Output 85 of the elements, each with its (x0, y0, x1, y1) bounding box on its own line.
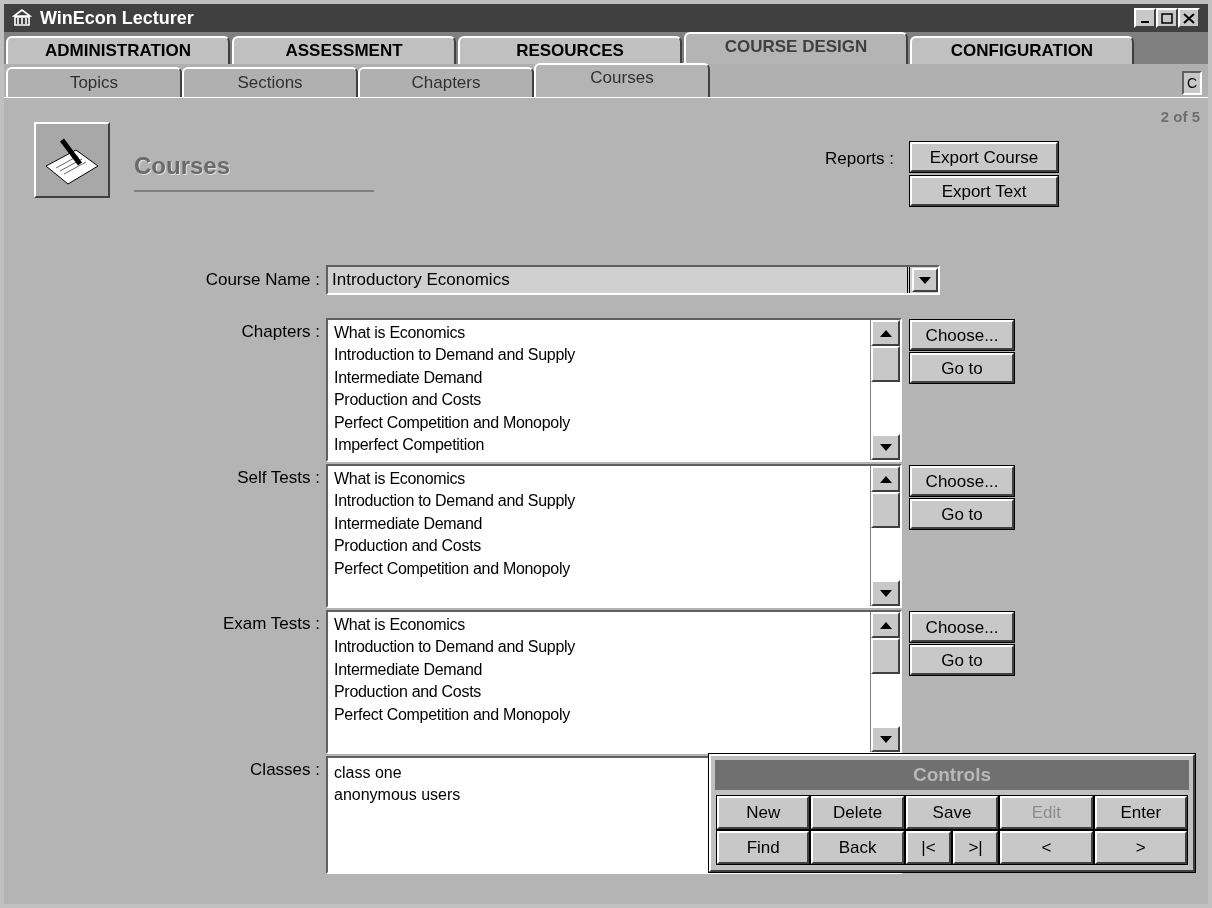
list-item[interactable]: Perfect Competition and Monopoly (334, 557, 864, 581)
list-item[interactable]: Production and Costs (334, 389, 864, 412)
down-arrow-icon (879, 735, 892, 743)
scrollbar[interactable] (870, 320, 900, 460)
field-label: Chapters : (240, 321, 321, 343)
export-button[interactable]: Export Text (910, 176, 1058, 206)
sub-tab[interactable]: Topics (6, 67, 182, 97)
reports-label: Reports : (825, 148, 894, 170)
scroll-down-button[interactable] (871, 726, 900, 752)
scrollbar[interactable] (870, 612, 900, 752)
control-button[interactable]: Back (811, 831, 904, 864)
window-title: WinEcon Lecturer (40, 6, 194, 30)
main-tab[interactable]: ADMINISTRATION (6, 36, 230, 64)
control-button[interactable]: Delete (811, 796, 904, 829)
list-item[interactable]: Introduction to Demand and Supply (334, 490, 864, 513)
record-position: 2 of 5 (1160, 107, 1200, 122)
list-box[interactable]: What is Economics Introduction to Demand and Supply Intermediate Demand Production and Costs Perfect Competition and Monopoly Imperfect Competition (326, 318, 902, 462)
page-title: Courses (134, 148, 374, 192)
dropdown-arrow-icon (919, 276, 931, 284)
list-action-button[interactable]: Go to (910, 353, 1014, 383)
export-button[interactable]: Export Course (910, 142, 1058, 172)
sub-tab[interactable]: Courses (534, 63, 710, 97)
scroll-down-button[interactable] (871, 434, 900, 460)
main-tab[interactable]: ASSESSMENT (232, 36, 456, 64)
up-arrow-icon (879, 329, 892, 337)
list-item[interactable]: Perfect Competition and Monopoly (334, 703, 864, 727)
list-item[interactable]: Introduction to Demand and Supply (334, 636, 864, 659)
list-item[interactable]: Production and Costs (334, 681, 864, 704)
main-tab[interactable]: COURSE DESIGN (684, 32, 908, 64)
list-box[interactable]: What is Economics Introduction to Demand and Supply Intermediate Demand Production and Costs Perfect Competition and Monopoly (326, 610, 902, 754)
control-button[interactable]: New (717, 796, 810, 829)
main-tab[interactable]: CONFIGURATION (910, 36, 1134, 64)
scroll-thumb[interactable] (871, 346, 900, 382)
list-action-button[interactable]: Go to (910, 645, 1014, 675)
down-arrow-icon (879, 443, 892, 451)
control-button[interactable]: < (1000, 831, 1093, 864)
scroll-thumb[interactable] (871, 638, 900, 674)
building-icon (12, 9, 32, 27)
down-arrow-icon (879, 589, 892, 597)
list-item[interactable]: Production and Costs (334, 535, 864, 558)
close-icon (1183, 12, 1195, 24)
list-item[interactable]: What is Economics (334, 614, 864, 637)
field-label: Course Name : (204, 269, 321, 292)
notepad-icon (34, 122, 110, 198)
control-button[interactable]: Find (717, 831, 810, 864)
list-action-button[interactable]: Choose... (910, 320, 1014, 350)
control-button[interactable]: Enter (1094, 796, 1187, 829)
list-item[interactable]: Introduction to Demand and Supply (334, 344, 864, 367)
list-box[interactable]: What is Economics Introduction to Demand and Supply Intermediate Demand Production and Costs Perfect Competition and Monopoly (326, 464, 902, 608)
minimize-icon (1141, 21, 1149, 23)
field-label: Classes : (249, 759, 321, 781)
corner-button[interactable]: C (1182, 71, 1202, 95)
scroll-thumb[interactable] (871, 492, 900, 528)
scroll-up-button[interactable] (871, 612, 900, 638)
list-item[interactable]: What is Economics (334, 468, 864, 491)
maximize-button[interactable] (1156, 8, 1178, 28)
list-item[interactable]: Imperfect Competition (334, 434, 864, 457)
list-item[interactable]: Intermediate Demand (334, 658, 864, 682)
field-label: Exam Tests : (222, 613, 321, 635)
minimize-button[interactable] (1134, 8, 1156, 28)
scroll-down-button[interactable] (871, 580, 900, 606)
sub-tab[interactable]: Chapters (358, 67, 534, 97)
controls-title: Controls (715, 760, 1189, 790)
list-item[interactable]: Intermediate Demand (334, 512, 864, 536)
course-name-dropdown[interactable]: Introductory Economics (326, 265, 940, 295)
list-action-button[interactable]: Go to (910, 499, 1014, 529)
main-tab[interactable]: RESOURCES (458, 36, 682, 64)
up-arrow-icon (879, 475, 892, 483)
field-label: Self Tests : (236, 467, 321, 489)
list-item[interactable]: What is Economics (334, 322, 864, 345)
control-button[interactable]: Save (905, 796, 999, 829)
control-button[interactable]: >| (953, 831, 999, 864)
list-action-button[interactable]: Choose... (910, 612, 1014, 642)
scrollbar[interactable] (870, 466, 900, 606)
control-button[interactable]: |< (905, 831, 951, 864)
close-button[interactable] (1178, 8, 1200, 28)
list-item[interactable]: Intermediate Demand (334, 366, 864, 390)
up-arrow-icon (879, 621, 892, 629)
maximize-icon (1161, 12, 1173, 24)
list-item[interactable]: Perfect Competition and Monopoly (334, 411, 864, 435)
sub-tab[interactable]: Sections (182, 67, 358, 97)
list-action-button[interactable]: Choose... (910, 466, 1014, 496)
scroll-up-button[interactable] (871, 466, 900, 492)
control-button[interactable]: > (1094, 831, 1187, 864)
scroll-up-button[interactable] (871, 320, 900, 346)
